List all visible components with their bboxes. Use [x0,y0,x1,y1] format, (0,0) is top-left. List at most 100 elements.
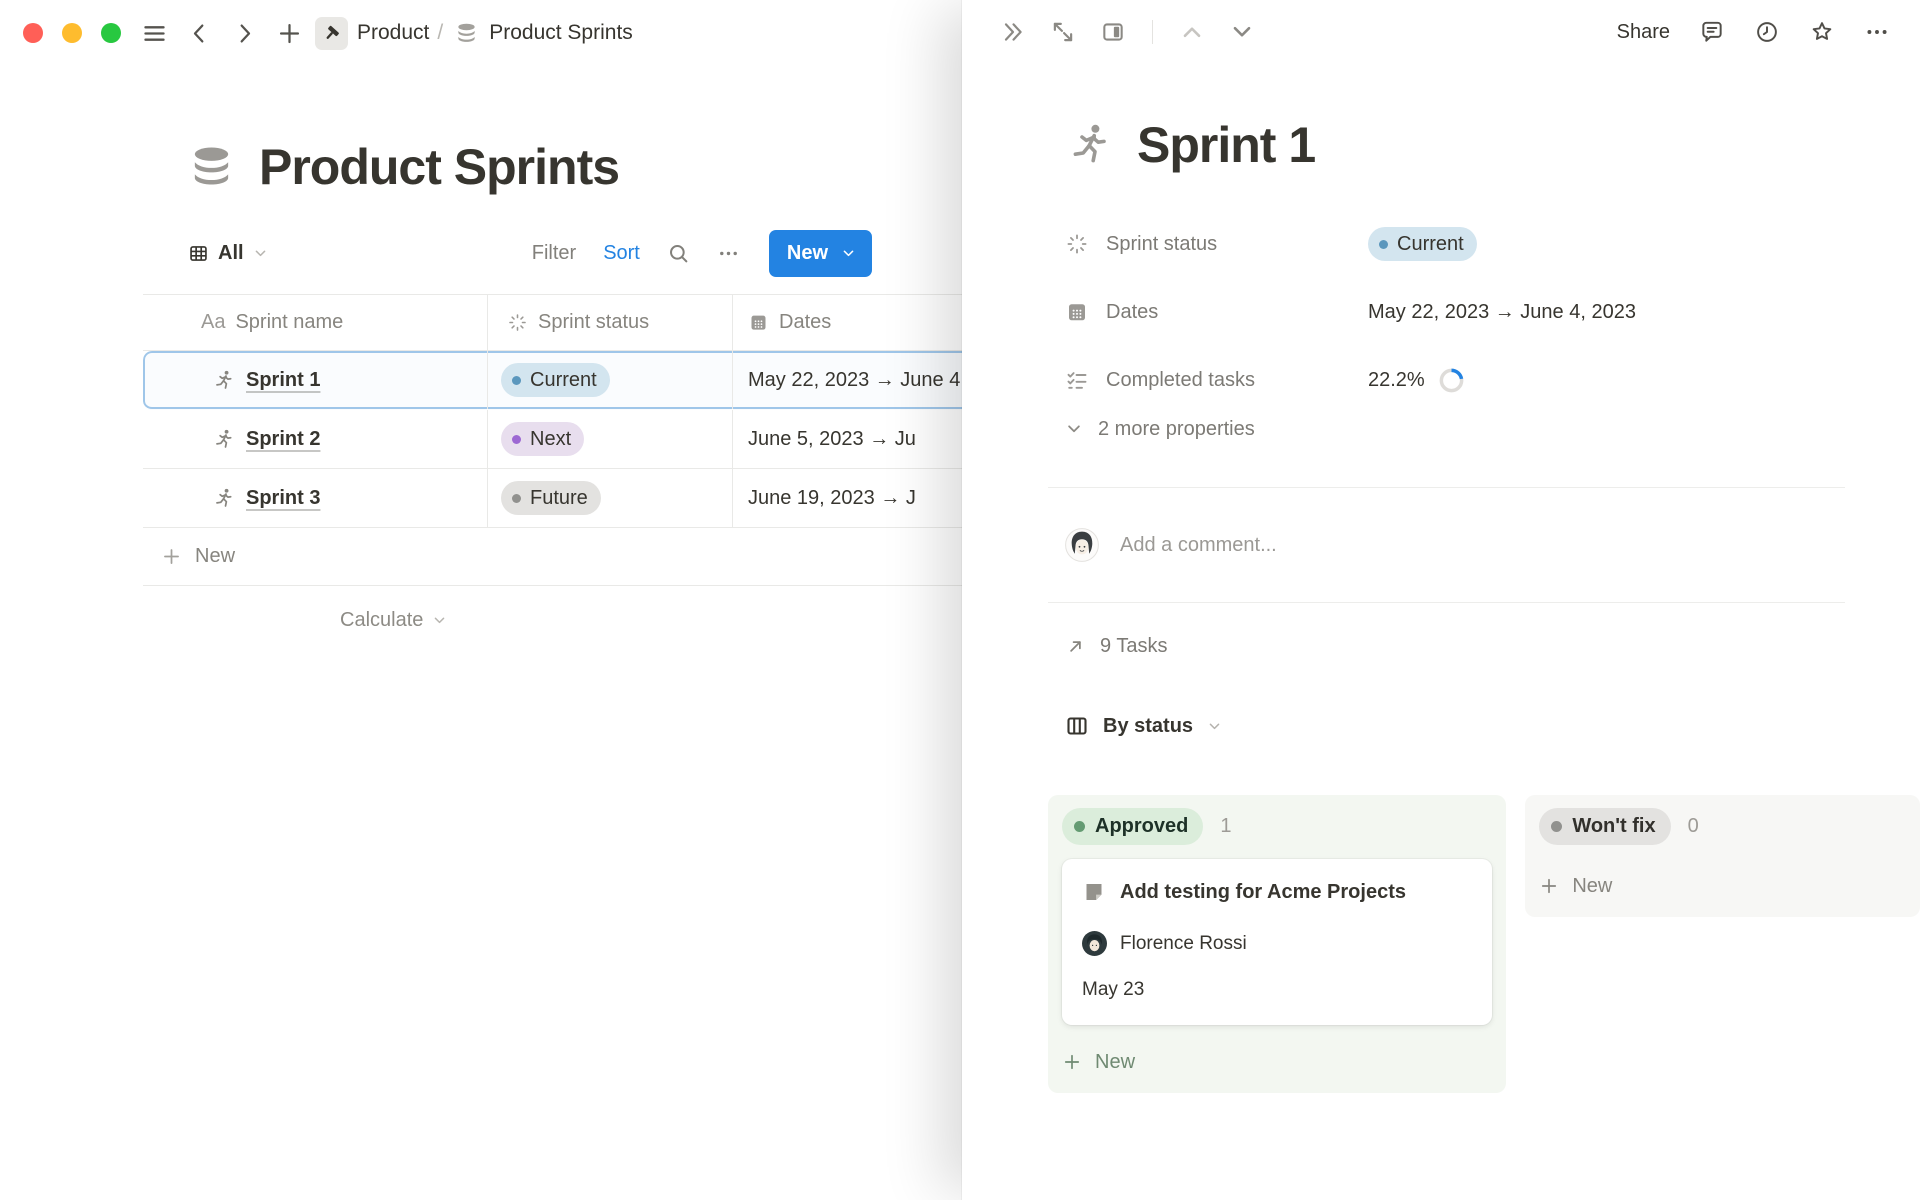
add-card-button[interactable]: New [1539,867,1906,905]
add-card-button[interactable]: New [1062,1043,1492,1081]
new-button[interactable]: New [769,230,872,277]
forward-icon[interactable] [231,20,258,47]
tasks-backlink[interactable]: 9 Tasks [1065,624,1920,668]
main-page-panel: Product / Product Sprints Product Sprint… [0,0,962,1200]
table-row-sprint-3: Sprint 3 Future June 19, 2023 → J [143,469,962,528]
workspace-hammer-icon[interactable] [315,17,348,50]
property-label[interactable]: Completed tasks [1065,368,1368,392]
search-icon[interactable] [667,242,690,265]
next-page-icon[interactable] [1229,19,1255,45]
zoom-window-button[interactable] [101,23,121,43]
column-header-label: Sprint status [538,311,649,334]
more-options-icon[interactable] [1864,19,1890,45]
sidebar-menu-icon[interactable] [141,20,168,47]
breadcrumb-page[interactable]: Product Sprints [489,21,633,45]
property-label[interactable]: Sprint status [1065,232,1368,256]
close-window-button[interactable] [23,23,43,43]
row-dates-cell[interactable]: May 22, 2023 → June 4, 2023 [732,351,962,409]
divider [1152,20,1153,44]
share-button[interactable]: Share [1617,21,1670,44]
row-status-cell[interactable]: Future [487,469,732,527]
property-value[interactable]: May 22, 2023 → June 4, 2023 [1368,301,1636,324]
board-column-wont-fix: Won't fix 0 New [1525,795,1920,917]
previous-page-icon[interactable] [1179,19,1205,45]
status-pill: Current [1368,227,1477,261]
breadcrumb-workspace[interactable]: Product [357,21,429,45]
window-topbar: Product / Product Sprints [0,0,962,66]
chevron-down-icon [841,246,856,261]
minimize-window-button[interactable] [62,23,82,43]
history-clock-icon[interactable] [1754,19,1780,45]
new-row-label: New [195,545,235,568]
chevron-down-icon [253,246,268,261]
more-properties-toggle[interactable]: 2 more properties [1065,409,1920,449]
row-dates-cell[interactable]: June 19, 2023 → J [732,469,962,527]
status-dot [512,494,521,503]
column-header-dates[interactable]: Dates [732,295,962,350]
status-dot [1379,240,1388,249]
database-icon-large[interactable] [188,144,235,191]
more-options-icon[interactable] [717,242,740,265]
sprints-table: Aa Sprint name Sprint status Dates Sprin… [143,294,962,640]
board-view: Approved 1 Add testing for Acme Projects [1048,795,1920,1093]
row-status-cell[interactable]: Next [487,410,732,468]
back-icon[interactable] [186,20,213,47]
board-column-header[interactable]: Won't fix 0 [1539,807,1906,845]
new-page-icon[interactable] [276,20,303,47]
task-card[interactable]: Add testing for Acme Projects Florence R… [1062,859,1492,1025]
property-label[interactable]: Dates [1065,300,1368,324]
database-icon [455,22,478,45]
sprint-name: Sprint 2 [246,428,320,451]
view-tab-all[interactable]: All [188,242,268,265]
status-property-icon [1065,232,1089,256]
status-dot [512,435,521,444]
close-peek-icon[interactable] [1000,19,1026,45]
expand-page-icon[interactable] [1050,19,1076,45]
column-header-sprint-status[interactable]: Sprint status [487,295,732,350]
row-name-cell[interactable]: Sprint 2 [143,410,487,468]
status-pill: Next [501,422,584,456]
row-status-cell[interactable]: Current [487,351,732,409]
property-dates: Dates May 22, 2023 → June 4, 2023 [1065,292,1920,332]
board-view-tab[interactable]: By status [1065,704,1920,748]
progress-ring [1438,367,1465,394]
filter-button[interactable]: Filter [532,242,576,265]
row-name-cell[interactable]: Sprint 3 [143,469,487,527]
status-pill-wont-fix: Won't fix [1539,808,1670,845]
column-count: 0 [1688,815,1699,838]
sort-button[interactable]: Sort [603,242,640,265]
chevron-down-icon [432,613,447,628]
property-value[interactable]: 22.2% [1368,367,1465,394]
favorite-star-icon[interactable] [1809,19,1835,45]
checklist-icon [1065,368,1089,392]
view-tab-label: All [218,242,244,265]
board-column-approved: Approved 1 Add testing for Acme Projects [1048,795,1506,1093]
chevron-down-icon [1207,719,1222,734]
new-row-button[interactable]: New [143,528,962,586]
column-header-label: Sprint name [235,311,343,334]
add-comment-box[interactable]: Add a comment... [1065,515,1920,575]
property-value[interactable]: Current [1368,227,1477,261]
new-button-label: New [787,242,828,265]
property-completed-tasks: Completed tasks 22.2% [1065,360,1920,400]
running-person-icon[interactable] [1065,121,1113,169]
card-date: May 23 [1082,979,1472,1001]
peek-page-title[interactable]: Sprint 1 [1137,116,1315,174]
row-name-cell[interactable]: Sprint 1 [143,351,487,409]
table-row-sprint-2: Sprint 2 Next June 5, 2023 → Ju [143,410,962,469]
calculate-button[interactable]: Calculate [340,600,962,640]
row-dates-cell[interactable]: June 5, 2023 → Ju [732,410,962,468]
page-icon [1082,880,1106,904]
window-controls [23,23,121,43]
status-property-icon [507,312,528,333]
assignee-name: Florence Rossi [1120,933,1247,955]
board-column-header[interactable]: Approved 1 [1062,807,1492,845]
comments-icon[interactable] [1699,19,1725,45]
page-title: Product Sprints [259,138,619,196]
status-pill-approved: Approved [1062,808,1203,845]
status-dot [1551,821,1562,832]
side-peek-mode-icon[interactable] [1100,19,1126,45]
calendar-icon [1065,300,1089,324]
card-title: Add testing for Acme Projects [1120,878,1406,906]
column-header-sprint-name[interactable]: Aa Sprint name [143,295,487,350]
